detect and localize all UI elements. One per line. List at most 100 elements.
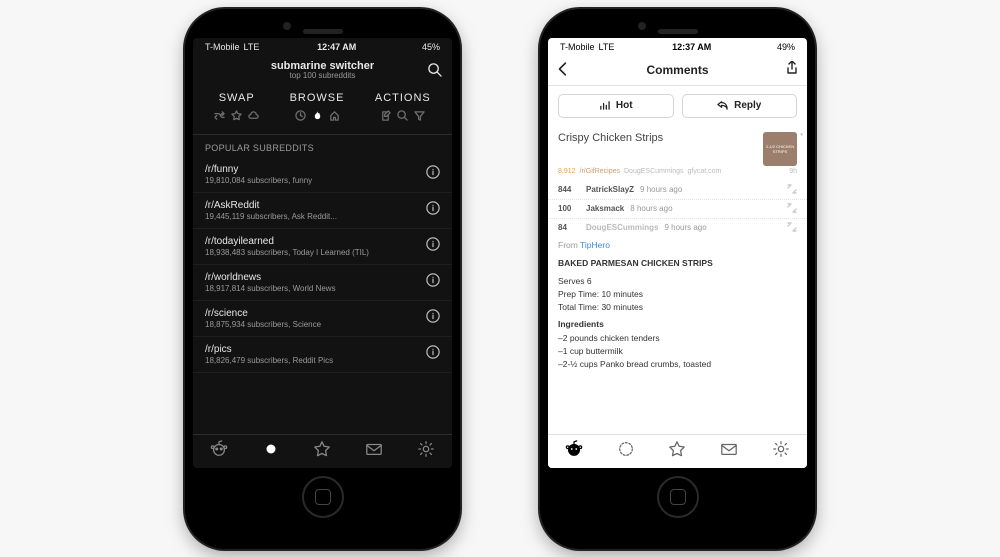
comment-collapsed[interactable]: 100 Jaksmack 8 hours ago bbox=[548, 200, 807, 219]
tab-mail-icon[interactable] bbox=[720, 440, 738, 463]
subreddit-list: /r/funny19,810,084 subscribers, funny /r… bbox=[193, 157, 452, 373]
list-item[interactable]: /r/todayilearned18,938,483 subscribers, … bbox=[193, 229, 452, 265]
home-button[interactable] bbox=[193, 476, 452, 518]
list-item[interactable]: /r/AskReddit19,445,119 subscribers, Ask … bbox=[193, 193, 452, 229]
tab-swap[interactable]: SWAP bbox=[214, 92, 259, 126]
search-small-icon bbox=[397, 108, 408, 126]
info-icon[interactable] bbox=[426, 201, 440, 220]
phone-frame-left: T-Mobile LTE 12:47 AM 45% submarine swit… bbox=[185, 9, 460, 549]
comment-score: 84 bbox=[558, 223, 580, 232]
item-name: /r/science bbox=[205, 308, 321, 319]
expand-icon[interactable] bbox=[787, 184, 797, 196]
comment-body: From TipHero BAKED PARMESAN CHICKEN STRI… bbox=[548, 237, 807, 376]
comment-expanded-head[interactable]: 84 DougESCummings 9 hours ago bbox=[548, 219, 807, 237]
comment-user: PatrickSlayZ bbox=[586, 185, 634, 194]
comment-age: 8 hours ago bbox=[630, 204, 672, 213]
tab-mail-icon[interactable] bbox=[365, 440, 383, 463]
comment-score: 844 bbox=[558, 185, 580, 194]
recipe-serves: Serves 6 bbox=[558, 275, 797, 288]
tab-browse[interactable]: BROWSE bbox=[290, 92, 345, 126]
item-name: /r/todayilearned bbox=[205, 236, 369, 247]
item-meta: 19,445,119 subscribers, Ask Reddit... bbox=[205, 212, 337, 221]
item-meta: 18,826,479 subscribers, Reddit Pics bbox=[205, 356, 333, 365]
tab-actions[interactable]: ACTIONS bbox=[375, 92, 431, 126]
compose-icon bbox=[380, 108, 391, 126]
post-meta: 8,912 /r/GifRecipes DougESCummings gfyca… bbox=[548, 168, 807, 181]
expand-icon[interactable] bbox=[787, 222, 797, 234]
expand-icon[interactable] bbox=[787, 203, 797, 215]
comment-age: 9 hours ago bbox=[664, 223, 706, 232]
tab-gear-icon[interactable] bbox=[417, 440, 435, 463]
post-header[interactable]: Crispy Chicken Strips 2-1/2 CHICKEN STRI… bbox=[548, 126, 807, 168]
status-bar: T-Mobile LTE 12:37 AM 49% bbox=[548, 38, 807, 56]
carrier-label: T-Mobile bbox=[205, 42, 240, 52]
tab-star-icon[interactable] bbox=[668, 440, 686, 463]
tab-gear-icon[interactable] bbox=[772, 440, 790, 463]
tab-dot-icon[interactable] bbox=[262, 440, 280, 463]
network-label: LTE bbox=[244, 42, 260, 52]
list-item[interactable]: /r/worldnews18,917,814 subscribers, Worl… bbox=[193, 265, 452, 301]
tab-alien-icon[interactable] bbox=[565, 440, 583, 463]
comment-collapsed[interactable]: 844PatrickSlayZ9 hours ago bbox=[548, 181, 807, 200]
star-icon bbox=[231, 108, 242, 126]
share-button[interactable] bbox=[785, 61, 799, 80]
post-score: 8,912 bbox=[558, 168, 576, 175]
clock-icon bbox=[295, 108, 306, 126]
page-title: Comments bbox=[646, 63, 708, 77]
from-label: From bbox=[558, 240, 580, 250]
ingredient-line: –2 pounds chicken tenders bbox=[558, 332, 797, 345]
section-header: POPULAR SUBREDDITS bbox=[193, 135, 452, 157]
tab-bar bbox=[548, 434, 807, 468]
info-icon[interactable] bbox=[426, 165, 440, 184]
ingredient-line: –1 cup buttermilk bbox=[558, 345, 797, 358]
tab-circle-icon[interactable] bbox=[617, 440, 635, 463]
screen-dark: T-Mobile LTE 12:47 AM 45% submarine swit… bbox=[193, 38, 452, 468]
post-subreddit[interactable]: /r/GifRecipes bbox=[580, 168, 620, 175]
comment-user: Jaksmack bbox=[586, 204, 624, 213]
sort-hot-button[interactable]: Hot bbox=[558, 94, 674, 118]
post-thumbnail[interactable]: 2-1/2 CHICKEN STRIPS bbox=[763, 132, 797, 166]
battery-label: 49% bbox=[777, 42, 795, 52]
search-icon[interactable] bbox=[427, 62, 442, 82]
list-item[interactable]: /r/pics18,826,479 subscribers, Reddit Pi… bbox=[193, 337, 452, 373]
reply-icon bbox=[717, 99, 728, 113]
home-button[interactable] bbox=[548, 476, 807, 518]
tab-alien-icon[interactable] bbox=[210, 440, 228, 463]
flame-icon bbox=[312, 108, 323, 126]
reply-button[interactable]: Reply bbox=[682, 94, 798, 118]
info-icon[interactable] bbox=[426, 345, 440, 364]
comment-score: 100 bbox=[558, 204, 580, 213]
shuffle-icon bbox=[214, 108, 225, 126]
info-icon[interactable] bbox=[426, 237, 440, 256]
item-meta: 18,917,814 subscribers, World News bbox=[205, 284, 336, 293]
from-link[interactable]: TipHero bbox=[580, 240, 610, 250]
list-item[interactable]: /r/funny19,810,084 subscribers, funny bbox=[193, 157, 452, 193]
post-author[interactable]: DougESCummings bbox=[624, 168, 684, 175]
comment-user: DougESCummings bbox=[586, 223, 658, 232]
filter-icon bbox=[414, 108, 425, 126]
list-item[interactable]: /r/science18,875,934 subscribers, Scienc… bbox=[193, 301, 452, 337]
page-title: submarine switcher bbox=[271, 60, 374, 72]
info-icon[interactable] bbox=[426, 273, 440, 292]
tab-label: ACTIONS bbox=[375, 92, 431, 104]
back-button[interactable] bbox=[556, 62, 570, 81]
item-name: /r/pics bbox=[205, 344, 333, 355]
item-name: /r/funny bbox=[205, 164, 312, 175]
page-subtitle: top 100 subreddits bbox=[271, 72, 374, 81]
post-age: 9h bbox=[789, 168, 797, 175]
carrier-label: T-Mobile bbox=[560, 42, 595, 52]
recipe-title: BAKED PARMESAN CHICKEN STRIPS bbox=[558, 257, 797, 270]
tab-star-icon[interactable] bbox=[313, 440, 331, 463]
recipe-prep: Prep Time: 10 minutes bbox=[558, 288, 797, 301]
sort-actions: Hot Reply bbox=[548, 86, 807, 126]
info-icon[interactable] bbox=[426, 309, 440, 328]
item-meta: 18,875,934 subscribers, Science bbox=[205, 320, 321, 329]
network-label: LTE bbox=[599, 42, 615, 52]
item-meta: 19,810,084 subscribers, funny bbox=[205, 176, 312, 185]
item-name: /r/worldnews bbox=[205, 272, 336, 283]
clock: 12:47 AM bbox=[317, 42, 356, 52]
pill-label: Hot bbox=[616, 100, 633, 111]
bars-icon bbox=[599, 99, 610, 113]
action-tabs: SWAP BROWSE ACTIONS bbox=[193, 88, 452, 135]
clock: 12:37 AM bbox=[672, 42, 711, 52]
